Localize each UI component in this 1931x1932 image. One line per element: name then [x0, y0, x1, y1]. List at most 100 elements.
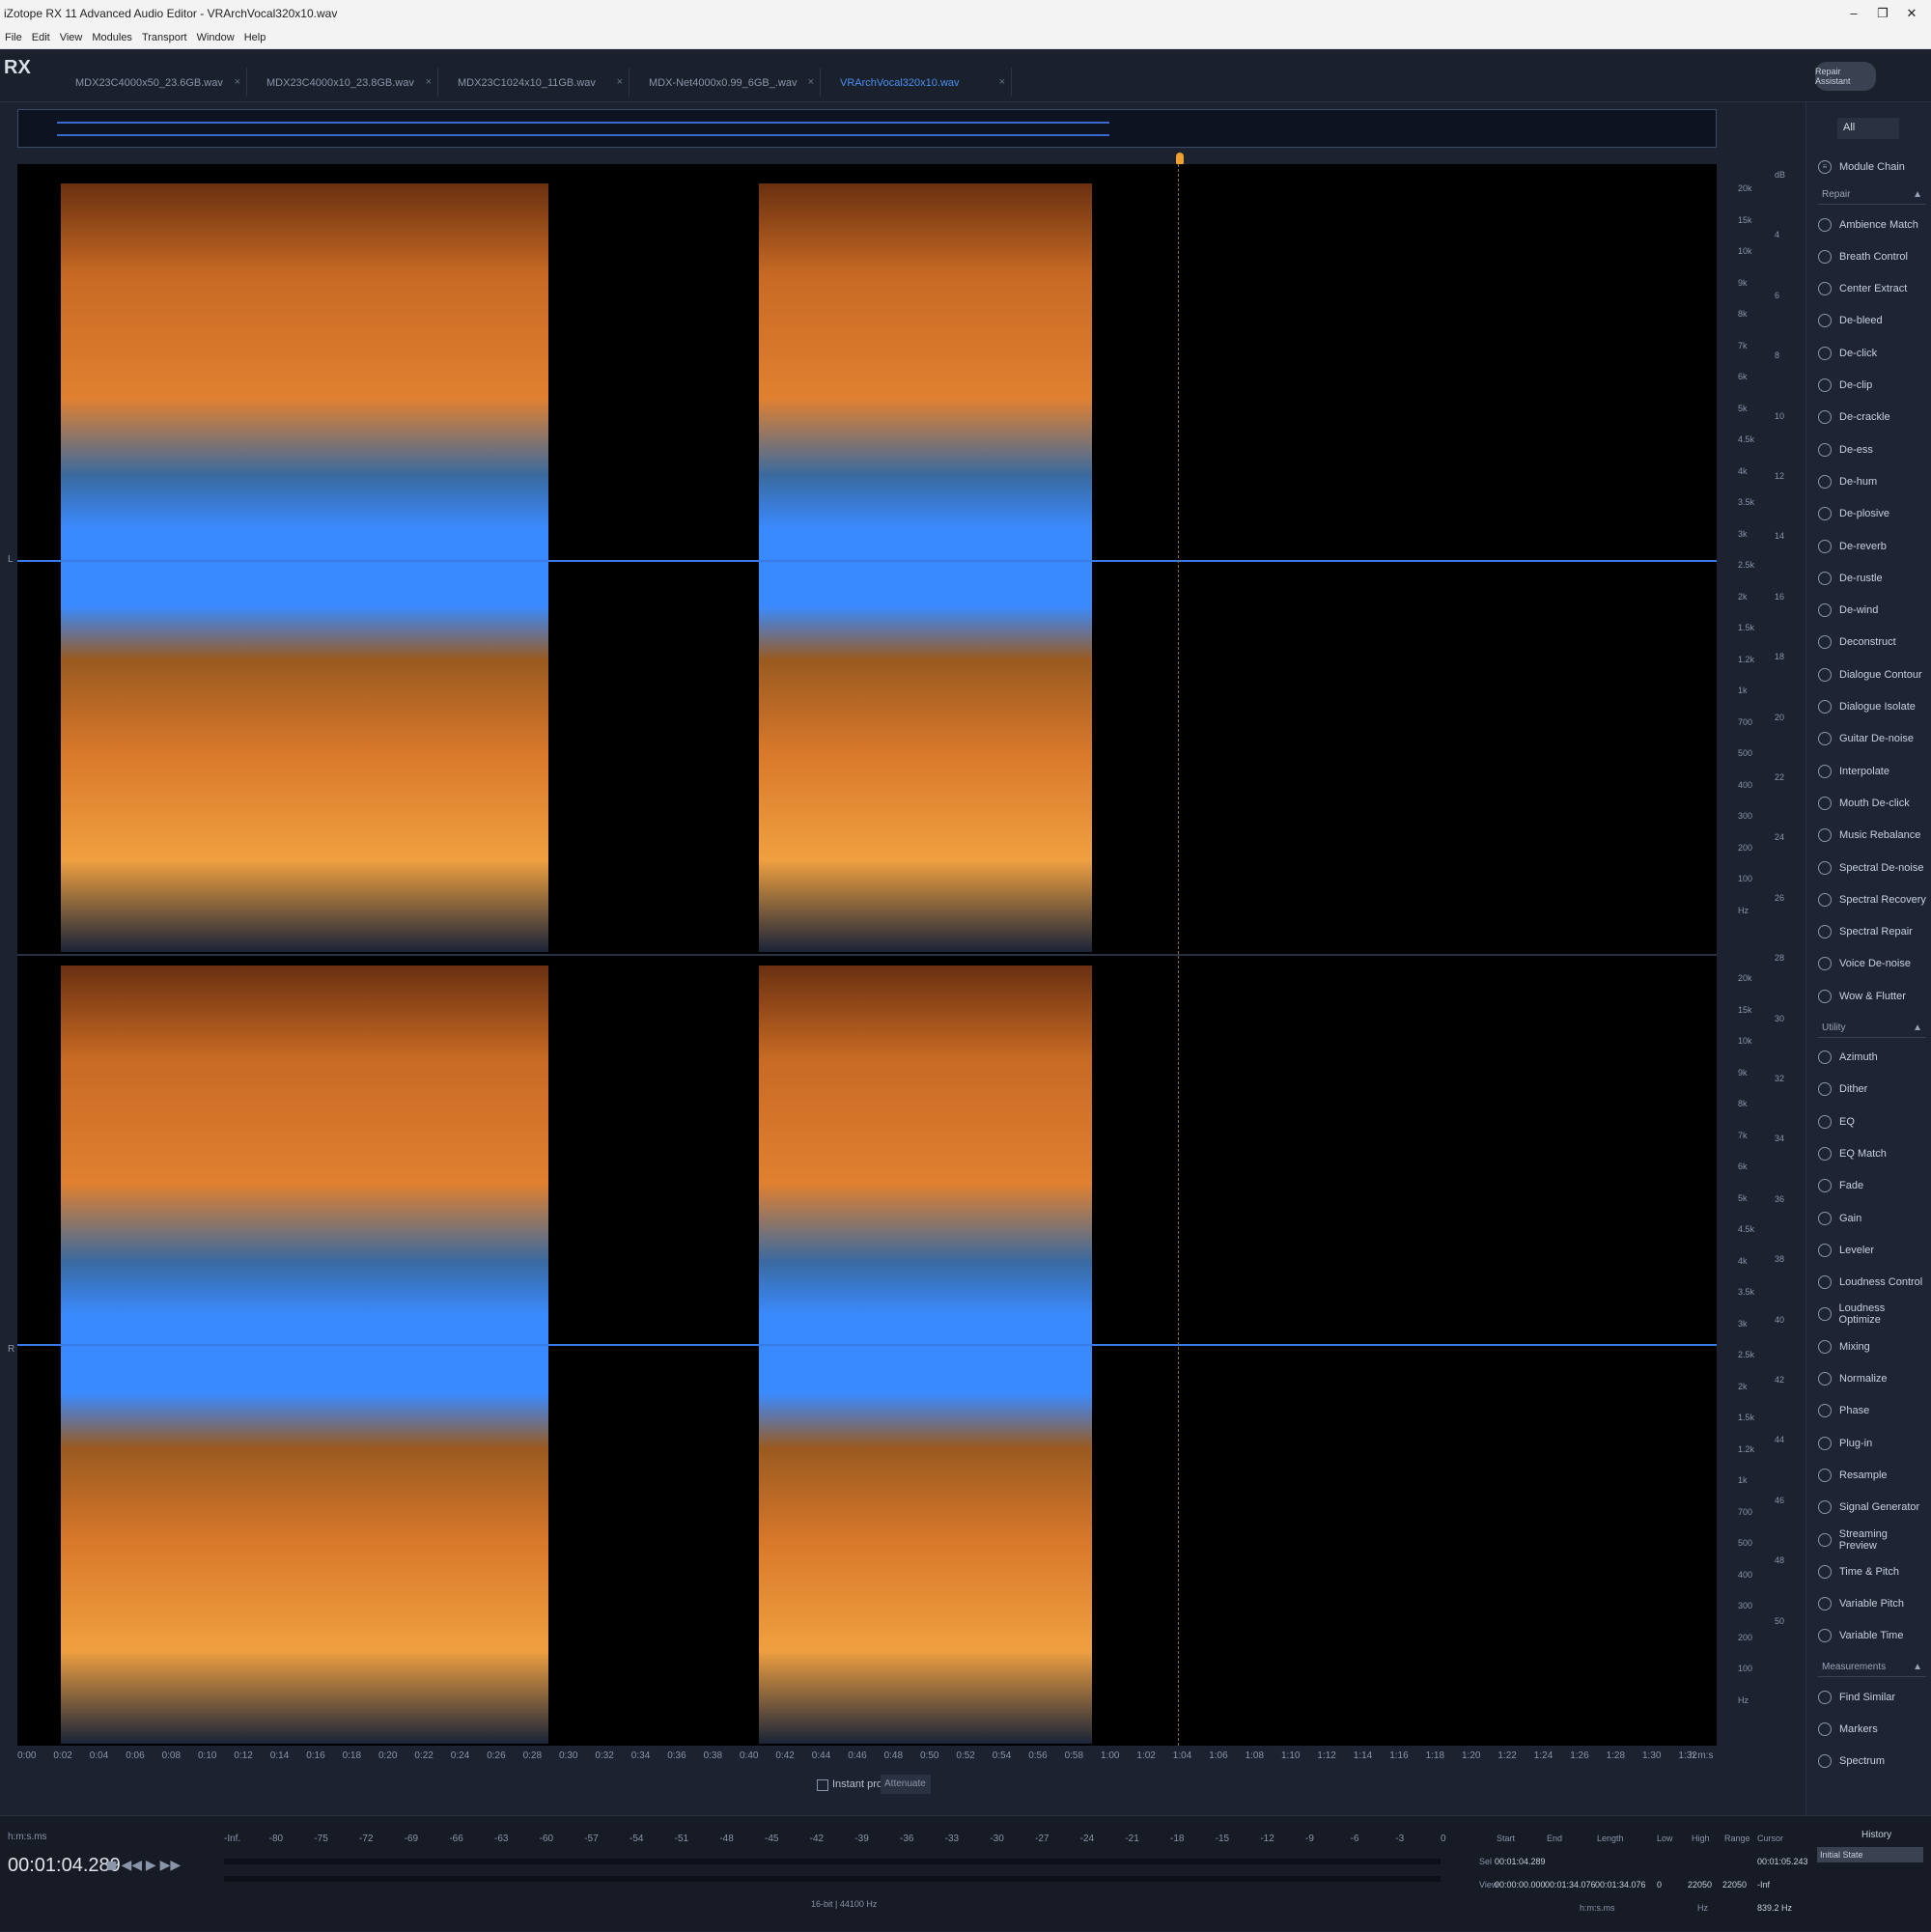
module-de-reverb[interactable]: De-reverb [1818, 530, 1926, 562]
module-azimuth[interactable]: Azimuth [1818, 1042, 1926, 1074]
module-eq[interactable]: EQ [1818, 1106, 1926, 1137]
spectrogram-view[interactable] [17, 164, 1717, 1746]
module-variable-time[interactable]: Variable Time [1818, 1620, 1926, 1652]
deconstruct-icon [1818, 635, 1832, 650]
module-guitar-de-noise[interactable]: Guitar De-noise [1818, 723, 1926, 755]
module-de-hum[interactable]: De-hum [1818, 465, 1926, 497]
module-filter-select[interactable]: All [1837, 118, 1899, 139]
module-streaming-preview[interactable]: Streaming Preview [1818, 1524, 1926, 1555]
menu-transport[interactable]: Transport [137, 32, 192, 43]
section-repair[interactable]: Repair ▲ [1818, 185, 1926, 205]
module-signal-generator[interactable]: Signal Generator [1818, 1492, 1926, 1524]
module-sidebar: All ≡ Module Chain Repair ▲ Ambience Match B… [1805, 102, 1931, 1815]
section-utility[interactable]: Utility ▲ [1818, 1019, 1926, 1038]
module-fade[interactable]: Fade [1818, 1170, 1926, 1202]
collapse-icon[interactable]: ▲ [1913, 1662, 1922, 1672]
time-format-select[interactable]: h:m:s.ms [8, 1832, 47, 1842]
module-plug-in[interactable]: Plug-in [1818, 1427, 1926, 1459]
module-label: De-click [1839, 347, 1878, 359]
signal-generator-icon [1818, 1500, 1832, 1515]
menu-file[interactable]: File [0, 32, 27, 43]
module-de-clip[interactable]: De-clip [1818, 370, 1926, 402]
level-tick: 46 [1775, 1495, 1785, 1505]
close-icon[interactable]: ✕ [1892, 0, 1931, 26]
module-de-crackle[interactable]: De-crackle [1818, 402, 1926, 434]
freq-tick: 8k [1738, 309, 1748, 319]
tab-file-1[interactable]: MDX23C4000x50_23.6GB.wav × [58, 68, 247, 97]
waveform-overview[interactable] [17, 109, 1717, 148]
module-find-similar[interactable]: Find Similar [1818, 1681, 1926, 1713]
module-dialogue-contour[interactable]: Dialogue Contour [1818, 658, 1926, 690]
module-dialogue-isolate[interactable]: Dialogue Isolate [1818, 691, 1926, 723]
tab-file-4[interactable]: MDX-Net4000x0.99_6GB_.wav × [631, 68, 821, 97]
meter-tick: -36 [900, 1834, 914, 1844]
transport-controls[interactable]: ◼ ◀◀ ▶ ▶▶ [106, 1857, 181, 1873]
freq-tick: 9k [1738, 1067, 1748, 1078]
repair-assistant-button[interactable]: Repair Assistant [1815, 62, 1876, 91]
module-de-ess[interactable]: De-ess [1818, 434, 1926, 465]
channel-right[interactable] [17, 956, 1717, 1744]
module-breath-control[interactable]: Breath Control [1818, 240, 1926, 272]
menu-edit[interactable]: Edit [27, 32, 55, 43]
module-de-click[interactable]: De-click [1818, 337, 1926, 369]
close-tab-icon[interactable]: × [999, 76, 1005, 88]
module-phase[interactable]: Phase [1818, 1395, 1926, 1427]
tab-file-3[interactable]: MDX23C1024x10_11GB.wav × [440, 68, 630, 97]
close-tab-icon[interactable]: × [617, 76, 623, 88]
level-tick: 38 [1775, 1254, 1785, 1265]
module-gain[interactable]: Gain [1818, 1202, 1926, 1234]
tab-file-2[interactable]: MDX23C4000x10_23.8GB.wav × [249, 68, 438, 97]
menu-window[interactable]: Window [192, 32, 239, 43]
module-spectral-de-noise[interactable]: Spectral De-noise [1818, 852, 1926, 883]
menu-modules[interactable]: Modules [87, 32, 137, 43]
collapse-icon[interactable]: ▲ [1913, 189, 1922, 200]
module-mouth-de-click[interactable]: Mouth De-click [1818, 787, 1926, 819]
module-normalize[interactable]: Normalize [1818, 1363, 1926, 1395]
module-leveler[interactable]: Leveler [1818, 1234, 1926, 1266]
level-tick: 40 [1775, 1314, 1785, 1325]
module-interpolate[interactable]: Interpolate [1818, 755, 1926, 787]
module-deconstruct[interactable]: Deconstruct [1818, 627, 1926, 658]
time-ruler[interactable]: 0:00 0:02 0:04 0:06 0:08 0:10 0:12 0:14 0:16 0:18… [17, 1746, 1717, 1767]
module-spectrum[interactable]: Spectrum [1818, 1746, 1926, 1778]
module-variable-pitch[interactable]: Variable Pitch [1818, 1588, 1926, 1620]
close-tab-icon[interactable]: × [808, 76, 814, 88]
module-de-rustle[interactable]: De-rustle [1818, 562, 1926, 594]
instant-process-checkbox[interactable] [817, 1779, 828, 1791]
menu-view[interactable]: View [55, 32, 88, 43]
meter-tick: -24 [1079, 1834, 1095, 1844]
attenuate-select[interactable]: Attenuate [881, 1775, 931, 1794]
module-de-plosive[interactable]: De-plosive [1818, 498, 1926, 530]
module-ambience-match[interactable]: Ambience Match [1818, 209, 1926, 240]
spectral-recovery-icon [1818, 892, 1832, 907]
close-tab-icon[interactable]: × [426, 76, 432, 88]
section-measurements[interactable]: Measurements ▲ [1818, 1658, 1926, 1678]
freq-tick: 6k [1738, 1162, 1748, 1171]
module-voice-de-noise[interactable]: Voice De-noise [1818, 948, 1926, 980]
module-spectral-recovery[interactable]: Spectral Recovery [1818, 883, 1926, 915]
module-de-bleed[interactable]: De-bleed [1818, 305, 1926, 337]
module-de-wind[interactable]: De-wind [1818, 595, 1926, 627]
module-resample[interactable]: Resample [1818, 1459, 1926, 1491]
module-time-pitch[interactable]: Time & Pitch [1818, 1555, 1926, 1587]
module-center-extract[interactable]: Center Extract [1818, 273, 1926, 305]
channel-left[interactable] [17, 164, 1717, 952]
module-eq-match[interactable]: EQ Match [1818, 1137, 1926, 1169]
menu-help[interactable]: Help [239, 32, 271, 43]
module-wow-flutter[interactable]: Wow & Flutter [1818, 980, 1926, 1012]
module-markers[interactable]: Markers [1818, 1714, 1926, 1746]
collapse-icon[interactable]: ▲ [1913, 1022, 1922, 1033]
module-chain-button[interactable]: ≡ Module Chain [1818, 151, 1926, 182]
history-item[interactable]: Initial State [1817, 1847, 1923, 1862]
module-dither[interactable]: Dither [1818, 1074, 1926, 1106]
time-tick: 0:40 [740, 1750, 759, 1761]
level-tick: 48 [1775, 1555, 1785, 1566]
module-spectral-repair[interactable]: Spectral Repair [1818, 916, 1926, 948]
module-mixing[interactable]: Mixing [1818, 1330, 1926, 1362]
module-loudness-control[interactable]: Loudness Control [1818, 1267, 1926, 1299]
module-music-rebalance[interactable]: Music Rebalance [1818, 820, 1926, 852]
freq-tick: 1k [1738, 1475, 1748, 1485]
tab-file-5[interactable]: VRArchVocal320x10.wav × [823, 68, 1012, 97]
module-loudness-optimize[interactable]: Loudness Optimize [1818, 1299, 1926, 1330]
close-tab-icon[interactable]: × [235, 76, 240, 88]
